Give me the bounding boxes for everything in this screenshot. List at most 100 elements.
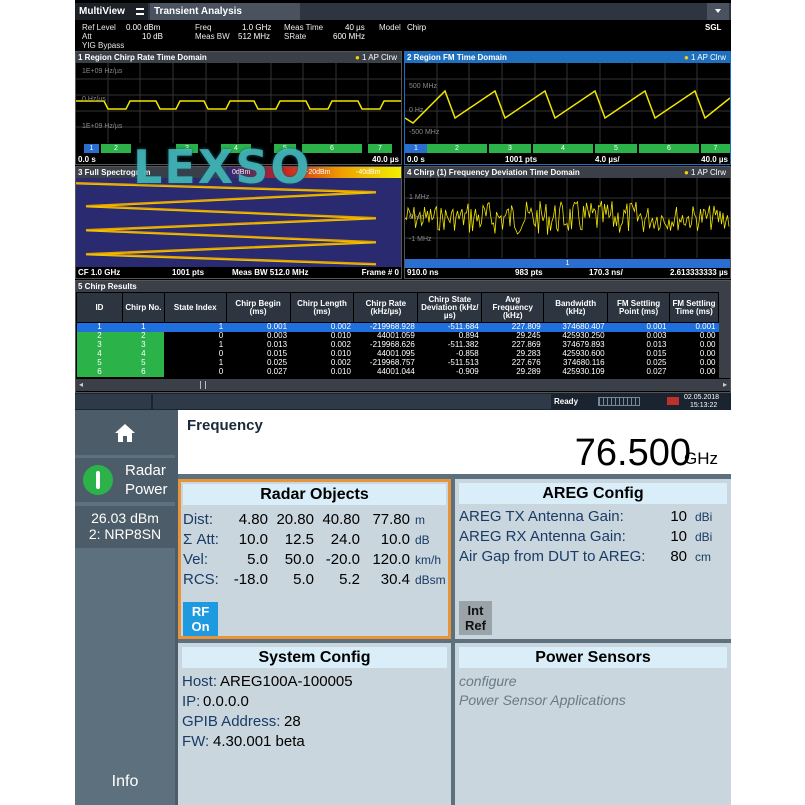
- meas-bw-label: Meas BW: [195, 32, 230, 41]
- radar-tester-panel: Ready 02.05.2018 15:13:22 Radar Power 26…: [75, 393, 731, 805]
- areg-config-panel[interactable]: AREG Config AREG TX Antenna Gain: 10 dBi…: [455, 479, 731, 639]
- fw-value: 4.30.001 beta: [213, 733, 305, 750]
- window-frequency-deviation[interactable]: 4 Chirp (1) Frequency Deviation Time Dom…: [404, 166, 731, 279]
- region-segment[interactable]: 5: [595, 144, 637, 153]
- radar-label: Radar: [125, 462, 166, 479]
- table-row[interactable]: 6 6 0 0.027 0.010 44001.044 -0.909 29.289 425930…: [76, 367, 719, 377]
- table-horizontal-scrollbar[interactable]: ◂ ▸: [76, 379, 730, 391]
- window-4-trace: ● 1 AP Clrw: [683, 168, 726, 177]
- power-sensors-title: Power Sensors: [459, 647, 727, 668]
- table-cell: 1: [218, 340, 224, 349]
- window-1-trace-text: 1 AP Clrw: [362, 53, 397, 62]
- fm-graph: [405, 63, 730, 143]
- table-cell: 6: [76, 367, 123, 377]
- tab-multiview[interactable]: MultiView: [75, 3, 148, 20]
- power-sensor-readout[interactable]: 26.03 dBm 2: NRP8SN: [75, 506, 175, 548]
- air-gap-label: Air Gap from DUT to AREG:: [459, 548, 646, 565]
- column-header[interactable]: ID: [76, 292, 123, 323]
- column-header[interactable]: FM Settling Time (ms): [669, 292, 719, 323]
- row-label: RCS:: [183, 571, 219, 588]
- row-value: 40.80: [322, 511, 360, 528]
- info-button[interactable]: Info: [75, 759, 175, 805]
- tab-transient-analysis[interactable]: Transient Analysis: [150, 3, 300, 20]
- system-config-panel[interactable]: System Config Host: AREG100A-100005 IP: …: [178, 643, 451, 805]
- radar-objects-title: Radar Objects: [183, 484, 446, 505]
- table-vertical-scrollbar[interactable]: [719, 292, 730, 378]
- y-label-bottom: -500 MHz: [409, 129, 440, 136]
- column-header[interactable]: Chirp Length (ms): [289, 292, 355, 323]
- scroll-thumb-handle[interactable]: [200, 381, 206, 389]
- radar-power-button[interactable]: Radar Power: [75, 458, 175, 502]
- status-tab[interactable]: [75, 394, 151, 409]
- region-segment[interactable]: 4: [533, 144, 593, 153]
- int-ref-button[interactable]: Int Ref: [459, 601, 492, 635]
- row-value: 5.0: [293, 571, 314, 588]
- power-sensors-panel[interactable]: Power Sensors configure Power Sensor App…: [455, 643, 731, 805]
- rx-gain-unit: dBi: [695, 530, 713, 544]
- window-4-title-text: 4 Chirp (1) Frequency Deviation Time Dom…: [407, 168, 580, 177]
- y-label-bottom: 1E+09 Hz/µs: [82, 123, 123, 130]
- home-button[interactable]: [75, 410, 175, 455]
- rx-gain-value: 10: [670, 528, 687, 545]
- frequency-display[interactable]: Frequency 76.500 GHz: [178, 410, 731, 474]
- ref-label: Ref: [465, 618, 486, 633]
- window-1-trace: ● 1 AP Clrw: [354, 53, 397, 62]
- yig-bypass: YIG Bypass: [82, 41, 125, 50]
- frequency-label: Frequency: [187, 417, 263, 434]
- radar-objects-panel[interactable]: Radar Objects Dist: 4.80 20.80 40.80 77.…: [178, 479, 451, 639]
- table-cell: 1: [218, 358, 224, 367]
- row-value: 30.4: [380, 571, 410, 588]
- region-segment[interactable]: 6: [639, 144, 699, 153]
- column-header[interactable]: State Index: [163, 292, 227, 323]
- analyzer-tab-bar: MultiView Transient Analysis: [75, 3, 731, 20]
- configure-link[interactable]: configure: [459, 673, 517, 689]
- rf-state: On: [191, 619, 210, 634]
- column-header[interactable]: Avg Frequency (kHz): [481, 292, 545, 323]
- tab-menu-button[interactable]: [707, 3, 729, 20]
- grid-lines: [76, 63, 401, 143]
- region-segment[interactable]: 2: [101, 144, 131, 153]
- point-count: 1001 pts: [172, 268, 205, 277]
- areg-config-title: AREG Config: [459, 483, 727, 504]
- column-header[interactable]: Chirp No.: [121, 292, 165, 323]
- rf-label: RF: [191, 604, 210, 619]
- point-count: 1001 pts: [505, 155, 538, 164]
- region-segment[interactable]: 2: [427, 144, 487, 153]
- window-4-title: 4 Chirp (1) Frequency Deviation Time Dom…: [405, 167, 730, 178]
- freq-deviation-plot: 1 MHz 0 Hz -1 MHz: [405, 178, 730, 258]
- window-2-title: 2 Region FM Time Domain ● 1 AP Clrw: [405, 52, 730, 63]
- window-2-footer: 0.0 s 1001 pts 4.0 µs/ 40.0 µs: [405, 154, 730, 164]
- region-segment[interactable]: 7: [701, 144, 730, 153]
- int-label: Int: [467, 603, 484, 618]
- y-label-top: 1E+09 Hz/µs: [82, 68, 123, 75]
- y-label-top: 500 MHz: [409, 83, 438, 90]
- row-unit: dB: [415, 533, 430, 547]
- power-sensor-apps-link[interactable]: Power Sensor Applications: [459, 692, 626, 708]
- system-config-title: System Config: [182, 647, 447, 668]
- window-5-title: 5 Chirp Results: [76, 281, 730, 292]
- rf-on-button[interactable]: RF On: [183, 602, 218, 636]
- sensor-name: 2: NRP8SN: [88, 526, 162, 542]
- scroll-left-icon[interactable]: ◂: [79, 380, 83, 389]
- att-value: 10 dB: [142, 32, 163, 41]
- region-segment[interactable]: 7: [368, 144, 392, 153]
- y-label-top: 1 MHz: [409, 194, 430, 201]
- window-chirp-results[interactable]: 5 Chirp Results ID Chirp No. State Index…: [75, 280, 731, 393]
- column-header[interactable]: Chirp Begin (ms): [225, 292, 291, 323]
- table-cell: 6: [122, 367, 165, 377]
- region-segment[interactable]: 3: [489, 144, 531, 153]
- column-header[interactable]: FM Settling Point (ms): [607, 292, 671, 323]
- column-header[interactable]: Chirp Rate (kHz/µs): [353, 292, 419, 323]
- region-segment[interactable]: 1: [84, 144, 99, 153]
- window-fm-time-domain[interactable]: 2 Region FM Time Domain ● 1 AP Clrw 500 …: [404, 51, 731, 165]
- chirp-rate-plot: 1E+09 Hz/µs 0 Hz/µs 1E+09 Hz/µs: [76, 63, 401, 143]
- scroll-right-icon[interactable]: ▸: [723, 380, 727, 389]
- column-header[interactable]: Chirp State Deviation (kHz/µs): [417, 292, 483, 323]
- gpib-label: GPIB Address:: [182, 713, 281, 730]
- region-segment[interactable]: 1: [405, 144, 427, 153]
- row-label: Σ Att:: [183, 531, 219, 548]
- window-4-footer: 910.0 ns 983 pts 170.3 ns/ 2.613333333 µ…: [405, 267, 730, 278]
- row-unit: m: [415, 513, 425, 527]
- column-header[interactable]: Bandwidth (kHz): [543, 292, 609, 323]
- window-2-trace-text: 1 AP Clrw: [691, 53, 726, 62]
